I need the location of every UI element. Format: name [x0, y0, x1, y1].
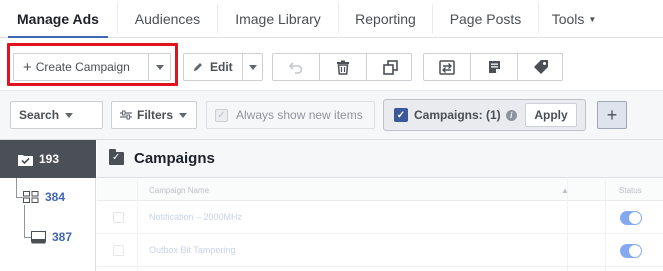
tab-label: Tools: [551, 11, 585, 27]
tag-button[interactable]: [518, 54, 564, 80]
tree-connector: [16, 178, 17, 197]
tree-connector: [24, 205, 25, 237]
campaigns-table: Campaign Name ▲ Status Notification – 20…: [97, 179, 663, 271]
rail-item-ad-sets[interactable]: 384: [23, 178, 65, 216]
rail-item-ads[interactable]: 387: [31, 218, 72, 256]
table-row[interactable]: Outbox Bit Tampering: [97, 234, 663, 267]
undo-button[interactable]: [273, 54, 319, 80]
campaign-folder-icon: [18, 154, 33, 166]
rail-item-campaigns[interactable]: 193: [0, 140, 96, 178]
edit-dropdown[interactable]: [243, 54, 263, 80]
tab-label: Page Posts: [449, 11, 522, 27]
edit-label: Edit: [210, 60, 233, 74]
tree-connector: [16, 197, 23, 198]
tab-tools[interactable]: Tools ▼: [539, 0, 609, 38]
status-toggle[interactable]: [620, 244, 642, 258]
table-row[interactable]: Notification – 2000MHz: [97, 201, 663, 234]
column-header-name[interactable]: Campaign Name: [149, 186, 209, 195]
chevron-down-icon: [156, 64, 164, 70]
campaign-name-link[interactable]: Outbox Bit Tampering: [149, 245, 235, 255]
create-campaign-label: Create Campaign: [35, 60, 130, 74]
edit-split-button: Edit: [183, 53, 263, 81]
undo-icon: [288, 62, 303, 74]
add-filter-button[interactable]: +: [597, 101, 627, 129]
action-group: [272, 53, 412, 81]
checkmark-icon: ✓: [394, 108, 408, 122]
tab-page-posts[interactable]: Page Posts: [433, 0, 538, 38]
create-campaign-split-button: + Create Campaign: [13, 53, 171, 81]
top-navigation: Manage Ads Audiences Image Library Repor…: [0, 0, 663, 39]
duplicate-button[interactable]: [367, 54, 413, 80]
filter-bar: Search Filters ✓ Always show new items ✓…: [0, 90, 663, 140]
campaigns-filter-label: Campaigns: (1): [414, 108, 501, 122]
always-show-new-items-checkbox[interactable]: ✓ Always show new items: [206, 101, 375, 129]
campaign-folder-icon: ✓: [109, 149, 124, 165]
tab-reporting[interactable]: Reporting: [339, 0, 432, 38]
tree-connector: [24, 237, 31, 238]
checkbox-icon: ✓: [215, 108, 228, 122]
campaigns-header: ✓ Campaigns: [97, 140, 663, 178]
pencil-icon: [194, 63, 202, 71]
chevron-down-icon: [179, 112, 188, 118]
chevron-down-icon: ▼: [588, 15, 597, 24]
create-campaign-button[interactable]: + Create Campaign: [14, 54, 148, 80]
tab-label: Audiences: [134, 11, 201, 27]
chevron-down-icon: [249, 64, 257, 70]
campaigns-filter-chip[interactable]: ✓ Campaigns: (1) i Apply: [383, 99, 586, 131]
tab-image-library[interactable]: Image Library: [218, 0, 338, 38]
tab-label: Manage Ads: [17, 11, 99, 27]
apply-label: Apply: [534, 108, 568, 122]
ad-icon: [31, 230, 46, 243]
ad-sets-count: 384: [45, 190, 66, 204]
table-header: Campaign Name ▲ Status: [97, 179, 663, 201]
apply-button[interactable]: Apply: [525, 103, 577, 127]
export-import-icon: [439, 59, 455, 75]
notes-button[interactable]: [471, 54, 517, 80]
edit-button[interactable]: Edit: [184, 54, 242, 80]
notes-icon: [488, 61, 500, 73]
row-checkbox[interactable]: [113, 212, 124, 223]
sliders-icon: [120, 110, 132, 120]
filters-label: Filters: [137, 108, 174, 122]
search-dropdown[interactable]: Search: [10, 101, 103, 129]
chevron-down-icon: [65, 112, 74, 118]
export-import-button[interactable]: [424, 54, 470, 80]
info-icon[interactable]: i: [505, 109, 517, 121]
tab-label: Image Library: [235, 11, 321, 27]
plus-icon: +: [606, 104, 618, 125]
search-label: Search: [19, 108, 60, 122]
level-rail: 193 384 387: [0, 140, 96, 271]
adsets-icon: [23, 191, 39, 203]
tag-icon: [534, 60, 548, 74]
always-show-label: Always show new items: [236, 108, 363, 122]
trash-icon: [337, 60, 349, 75]
row-checkbox[interactable]: [113, 245, 124, 256]
tab-audiences[interactable]: Audiences: [118, 0, 217, 38]
page-title: Campaigns: [134, 150, 215, 167]
campaigns-count: 193: [39, 152, 60, 166]
create-campaign-dropdown[interactable]: [149, 54, 171, 80]
delete-button[interactable]: [320, 54, 366, 80]
plus-icon: +: [23, 58, 32, 76]
filters-dropdown[interactable]: Filters: [111, 101, 197, 129]
tab-manage-ads[interactable]: Manage Ads: [8, 0, 108, 39]
tab-label: Reporting: [355, 11, 416, 27]
campaign-name-link[interactable]: Notification – 2000MHz: [149, 212, 242, 222]
status-toggle[interactable]: [620, 211, 642, 225]
tools-group: [423, 53, 563, 81]
duplicate-icon: [382, 59, 398, 75]
ads-count: 387: [52, 230, 73, 244]
column-header-status[interactable]: Status: [619, 186, 642, 195]
